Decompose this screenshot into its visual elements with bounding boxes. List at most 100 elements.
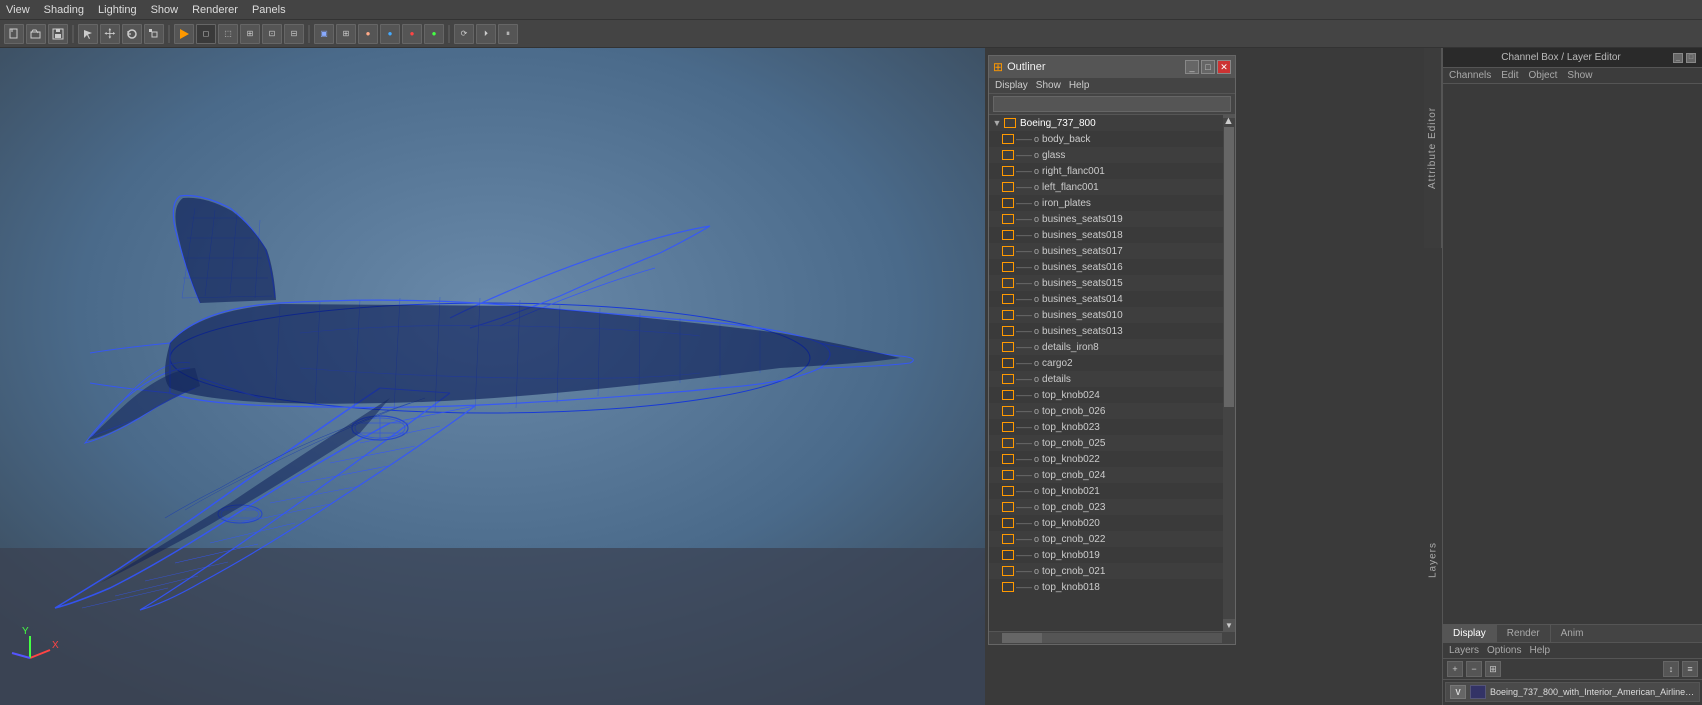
layer-tab-anim[interactable]: Anim (1551, 625, 1594, 642)
scale-tool-button[interactable] (144, 24, 164, 44)
outliner-scrollbar[interactable]: ▲ ▼ (1223, 115, 1235, 631)
layer-visible-toggle[interactable]: V (1450, 685, 1466, 699)
outliner-item-top_knob022[interactable]: —— o top_knob022 (989, 451, 1223, 467)
menu-show[interactable]: Show (151, 4, 179, 16)
outliner-minimize-button[interactable]: _ (1185, 60, 1199, 74)
attribute-editor-side-tab[interactable]: Attribute Editor (1424, 48, 1442, 248)
outliner-hscroll-thumb[interactable] (1002, 633, 1042, 643)
menu-panels[interactable]: Panels (252, 4, 286, 16)
layer-filter-button[interactable]: ≡ (1682, 661, 1698, 677)
channel-menu-show[interactable]: Show (1567, 70, 1592, 81)
layer-tabs: Display Render Anim (1443, 625, 1702, 643)
outliner-item-iron_plates[interactable]: —— o iron_plates (989, 195, 1223, 211)
outliner-menu-display[interactable]: Display (995, 80, 1028, 91)
outliner-titlebar[interactable]: ⊞ Outliner _ □ ✕ (989, 56, 1235, 78)
outliner-close-button[interactable]: ✕ (1217, 60, 1231, 74)
outliner-item-label: top_knob019 (1042, 550, 1100, 561)
layer-tab-render[interactable]: Render (1497, 625, 1551, 642)
tb4[interactable]: ⊡ (262, 24, 282, 44)
outliner-menu-help[interactable]: Help (1069, 80, 1090, 91)
outliner-item-top_cnob_023[interactable]: —— o top_cnob_023 (989, 499, 1223, 515)
outliner-item-details[interactable]: —— o details (989, 371, 1223, 387)
circle-icon: o (1034, 214, 1039, 224)
select-tool-button[interactable] (78, 24, 98, 44)
scrollbar-down-arrow[interactable]: ▼ (1223, 619, 1235, 631)
layer-new-button[interactable]: + (1447, 661, 1463, 677)
channel-menu-object[interactable]: Object (1529, 70, 1558, 81)
scrollbar-up-arrow[interactable]: ▲ (1223, 115, 1235, 118)
right-panel-minimize[interactable]: _ (1673, 53, 1683, 63)
outliner-item-busines_seats010[interactable]: —— o busines_seats010 (989, 307, 1223, 323)
tb6[interactable]: ▣ (314, 24, 334, 44)
outliner-item-top_knob020[interactable]: —— o top_knob020 (989, 515, 1223, 531)
outliner-item-busines_seats018[interactable]: —— o busines_seats018 (989, 227, 1223, 243)
outliner-item-right_flanc001[interactable]: —— o right_flanc001 (989, 163, 1223, 179)
save-file-button[interactable] (48, 24, 68, 44)
right-panel-maximize[interactable]: □ (1686, 53, 1696, 63)
layer-options-button[interactable]: ⊞ (1485, 661, 1501, 677)
outliner-item-top_cnob_022[interactable]: —— o top_cnob_022 (989, 531, 1223, 547)
outliner-item-top_cnob_026[interactable]: —— o top_cnob_026 (989, 403, 1223, 419)
tb8[interactable]: ● (358, 24, 378, 44)
outliner-scrollbar-thumb[interactable] (1224, 127, 1234, 407)
channel-menu-channels[interactable]: Channels (1449, 70, 1491, 81)
outliner-item-top_knob024[interactable]: —— o top_knob024 (989, 387, 1223, 403)
outliner-item-busines_seats017[interactable]: —— o busines_seats017 (989, 243, 1223, 259)
outliner-hscroll-track[interactable] (1002, 633, 1222, 643)
outliner-item-top_cnob_021[interactable]: —— o top_cnob_021 (989, 563, 1223, 579)
outliner-item-busines_seats015[interactable]: —— o busines_seats015 (989, 275, 1223, 291)
outliner-item-glass[interactable]: —— o glass (989, 147, 1223, 163)
outliner-item-top_cnob_024[interactable]: —— o top_cnob_024 (989, 467, 1223, 483)
outliner-item-root[interactable]: ▼ Boeing_737_800 (989, 115, 1223, 131)
layer-delete-button[interactable]: − (1466, 661, 1482, 677)
outliner-item-busines_seats013[interactable]: —— o busines_seats013 (989, 323, 1223, 339)
channel-menu-edit[interactable]: Edit (1501, 70, 1518, 81)
tb12[interactable]: ⟳ (454, 24, 474, 44)
outliner-item-busines_seats016[interactable]: —— o busines_seats016 (989, 259, 1223, 275)
outliner-item-top_knob018[interactable]: —— o top_knob018 (989, 579, 1223, 595)
tb11[interactable]: ● (424, 24, 444, 44)
new-file-button[interactable] (4, 24, 24, 44)
viewport-3d[interactable]: X Y (0, 48, 985, 705)
menu-shading[interactable]: Shading (44, 4, 84, 16)
tb13[interactable]: ⏵ (476, 24, 496, 44)
outliner-item-top_cnob_025[interactable]: —— o top_cnob_025 (989, 435, 1223, 451)
tb1[interactable]: ◻ (196, 24, 216, 44)
layer-option-options[interactable]: Options (1487, 645, 1521, 656)
tb10[interactable]: ● (402, 24, 422, 44)
open-file-button[interactable] (26, 24, 46, 44)
rotate-tool-button[interactable] (122, 24, 142, 44)
outliner-hscrollbar[interactable] (989, 631, 1235, 644)
outliner-tree[interactable]: ▼ Boeing_737_800 —— o body_back —— o gla… (989, 115, 1235, 631)
tb9[interactable]: ● (380, 24, 400, 44)
outliner-search-input[interactable] (993, 96, 1231, 112)
tb3[interactable]: ⊞ (240, 24, 260, 44)
outliner-item-left_flanc001[interactable]: —— o left_flanc001 (989, 179, 1223, 195)
render-button[interactable] (174, 24, 194, 44)
layer-row-1[interactable]: V Boeing_737_800_with_Interior_American_… (1445, 682, 1700, 702)
tb14[interactable]: ⏸ (498, 24, 518, 44)
tb7[interactable]: ⊞ (336, 24, 356, 44)
outliner-item-details_iron8[interactable]: —— o details_iron8 (989, 339, 1223, 355)
layer-sort-button[interactable]: ↕ (1663, 661, 1679, 677)
tb2[interactable]: ⬚ (218, 24, 238, 44)
outliner-item-top_knob023[interactable]: —— o top_knob023 (989, 419, 1223, 435)
outliner-item-busines_seats014[interactable]: —— o busines_seats014 (989, 291, 1223, 307)
outliner-item-body_back[interactable]: —— o body_back (989, 131, 1223, 147)
layer-tab-display[interactable]: Display (1443, 625, 1497, 642)
outliner-item-top_knob021[interactable]: —— o top_knob021 (989, 483, 1223, 499)
outliner-maximize-button[interactable]: □ (1201, 60, 1215, 74)
menu-renderer[interactable]: Renderer (192, 4, 238, 16)
expand-icon[interactable]: ▼ (991, 117, 1003, 129)
outliner-item-top_knob019[interactable]: —— o top_knob019 (989, 547, 1223, 563)
menu-view[interactable]: View (6, 4, 30, 16)
tb5[interactable]: ⊟ (284, 24, 304, 44)
move-tool-button[interactable] (100, 24, 120, 44)
layer-option-help[interactable]: Help (1529, 645, 1550, 656)
layer-color-swatch[interactable] (1470, 685, 1486, 699)
outliner-menu-show[interactable]: Show (1036, 80, 1061, 91)
menu-lighting[interactable]: Lighting (98, 4, 137, 16)
layer-option-layers[interactable]: Layers (1449, 645, 1479, 656)
outliner-item-busines_seats019[interactable]: —— o busines_seats019 (989, 211, 1223, 227)
outliner-item-cargo2[interactable]: —— o cargo2 (989, 355, 1223, 371)
